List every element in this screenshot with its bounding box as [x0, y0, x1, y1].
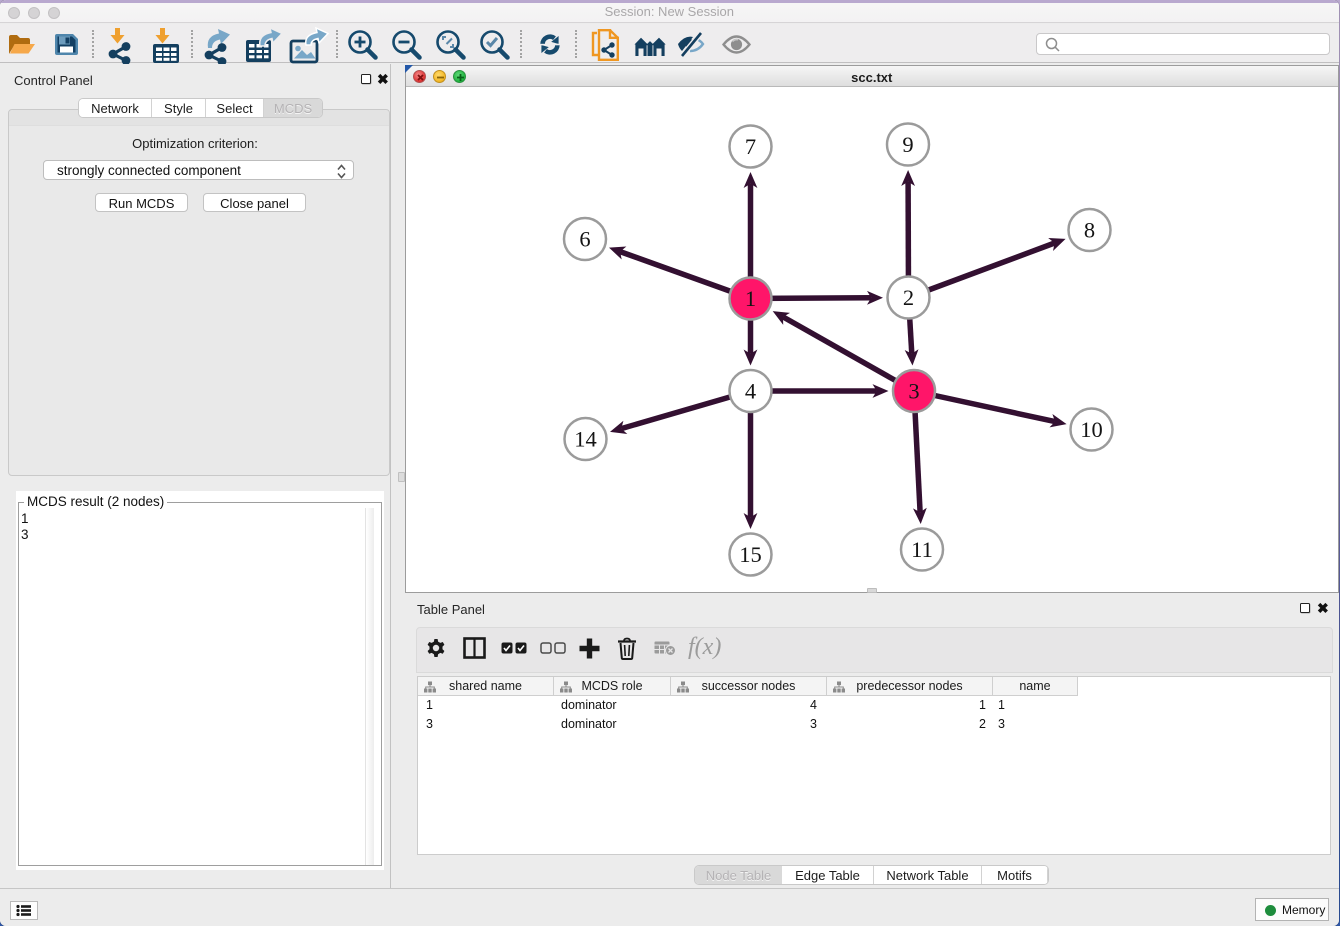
- svg-text:2: 2: [903, 285, 914, 310]
- svg-text:8: 8: [1084, 218, 1095, 243]
- svg-text:7: 7: [745, 134, 756, 159]
- svg-text:9: 9: [902, 132, 913, 157]
- svg-text:1: 1: [745, 286, 756, 311]
- svg-text:10: 10: [1080, 417, 1103, 442]
- svg-text:14: 14: [574, 427, 597, 452]
- svg-text:3: 3: [908, 379, 919, 404]
- svg-text:11: 11: [911, 537, 933, 562]
- svg-text:4: 4: [745, 379, 756, 404]
- svg-text:6: 6: [579, 227, 590, 252]
- svg-text:15: 15: [739, 542, 762, 567]
